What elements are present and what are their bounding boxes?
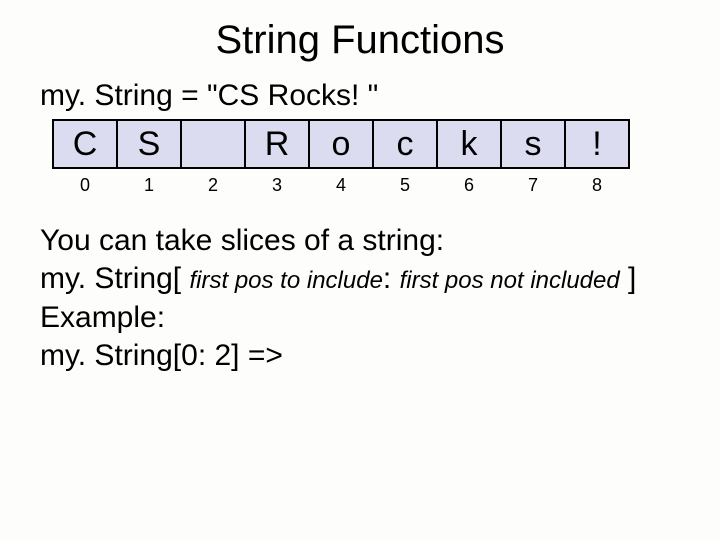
body-line-4: my. String[0: 2] => [40,337,720,375]
index-label: 4 [308,175,374,196]
body-line-3: Example: [40,299,720,337]
cell: s [500,119,566,169]
index-label: 2 [180,175,246,196]
cell: R [244,119,310,169]
body-line-2: my. String[ first pos to include: first … [40,260,720,298]
cells-row: C S R o c k s ! [52,119,720,169]
body-line-1: You can take slices of a string: [40,222,720,260]
line2-suffix: ] [620,262,637,295]
index-label: 0 [52,175,118,196]
cell: c [372,119,438,169]
line2-italic-1: first pos to include [189,267,382,294]
page-title: String Functions [0,0,720,73]
index-label: 5 [372,175,438,196]
line2-italic-2: first pos not included [400,267,620,294]
cell [180,119,246,169]
indices-row: 0 1 2 3 4 5 6 7 8 [52,175,720,196]
index-label: 8 [564,175,630,196]
line2-mid: : [383,262,400,295]
string-cells: C S R o c k s ! 0 1 2 3 4 5 6 7 8 [52,119,720,196]
cell: C [52,119,118,169]
cell: ! [564,119,630,169]
index-label: 3 [244,175,310,196]
cell: k [436,119,502,169]
line2-prefix: my. String[ [40,262,189,295]
cell: o [308,119,374,169]
cell: S [116,119,182,169]
assignment-line: my. String = "CS Rocks! " [40,79,720,113]
index-label: 7 [500,175,566,196]
body-text: You can take slices of a string: my. Str… [40,222,720,376]
index-label: 1 [116,175,182,196]
slide: String Functions my. String = "CS Rocks!… [0,0,720,540]
index-label: 6 [436,175,502,196]
